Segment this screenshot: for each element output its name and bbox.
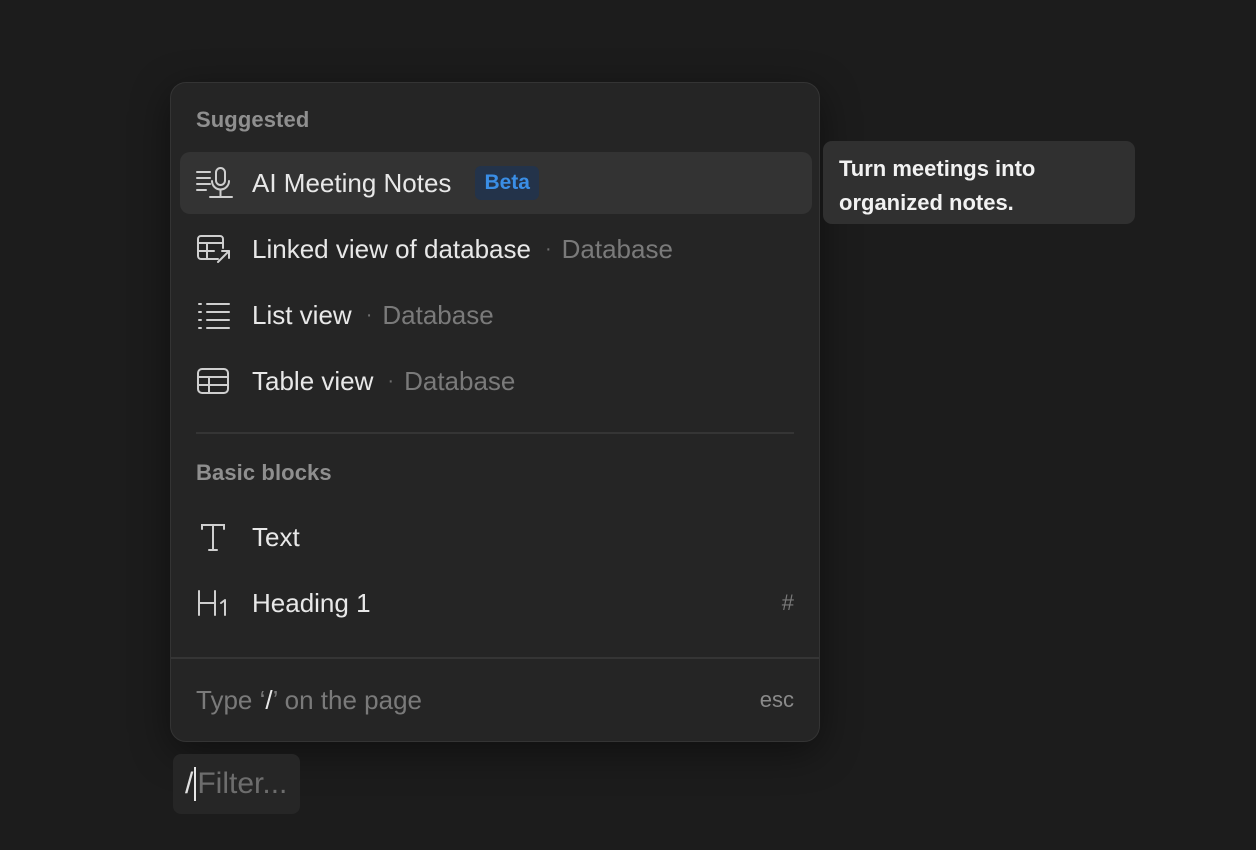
menu-item-table-view[interactable]: Table view · Database xyxy=(180,350,812,412)
menu-item-label: List view xyxy=(252,299,352,330)
text-caret xyxy=(194,767,197,801)
section-title-suggested: Suggested xyxy=(196,107,310,132)
separator-dot: · xyxy=(544,237,552,260)
menu-item-text[interactable]: Text xyxy=(180,506,812,568)
menu-item-subtitle: Database xyxy=(561,233,673,264)
meeting-notes-icon xyxy=(196,166,236,200)
footer-hint: Type ‘/’ on the page xyxy=(196,684,422,715)
menu-item-linked-view-of-database[interactable]: Linked view of database · Database xyxy=(180,218,812,280)
heading-1-icon xyxy=(196,586,236,620)
separator-dot: · xyxy=(365,303,373,326)
menu-item-subtitle: Database xyxy=(382,299,494,330)
menu-item-subtitle: Database xyxy=(404,365,516,396)
filter-box[interactable]: / xyxy=(173,754,300,814)
menu-item-label: Heading 1 xyxy=(252,587,371,618)
list-icon xyxy=(196,298,236,332)
shortcut-hint: # xyxy=(781,590,794,615)
linked-database-icon xyxy=(196,232,236,266)
filter-input[interactable] xyxy=(197,767,298,801)
menu-item-label: Text xyxy=(252,521,300,552)
slash-command-menu: Suggested AI Meeting Notes Beta Linked v… xyxy=(170,82,820,742)
menu-item-ai-meeting-notes[interactable]: AI Meeting Notes Beta xyxy=(180,152,812,214)
section-title-basic-blocks: Basic blocks xyxy=(196,460,332,485)
menu-item-heading-1[interactable]: Heading 1 # xyxy=(180,572,812,634)
section-divider xyxy=(196,432,794,434)
esc-hint[interactable]: esc xyxy=(760,687,794,713)
item-description-tooltip: Turn meetings into organized notes. xyxy=(823,141,1135,224)
table-icon xyxy=(196,364,236,398)
text-icon xyxy=(196,520,236,554)
menu-item-label: Linked view of database xyxy=(252,233,531,264)
menu-scroll-area[interactable]: Suggested AI Meeting Notes Beta Linked v… xyxy=(171,83,819,659)
separator-dot: · xyxy=(387,369,395,392)
menu-item-label: Table view xyxy=(252,365,374,396)
slash-prefix: / xyxy=(185,767,194,800)
beta-badge: Beta xyxy=(475,166,539,200)
menu-item-label: AI Meeting Notes xyxy=(252,167,452,198)
menu-footer: Type ‘/’ on the page esc xyxy=(171,657,819,741)
menu-item-list-view[interactable]: List view · Database xyxy=(180,284,812,346)
